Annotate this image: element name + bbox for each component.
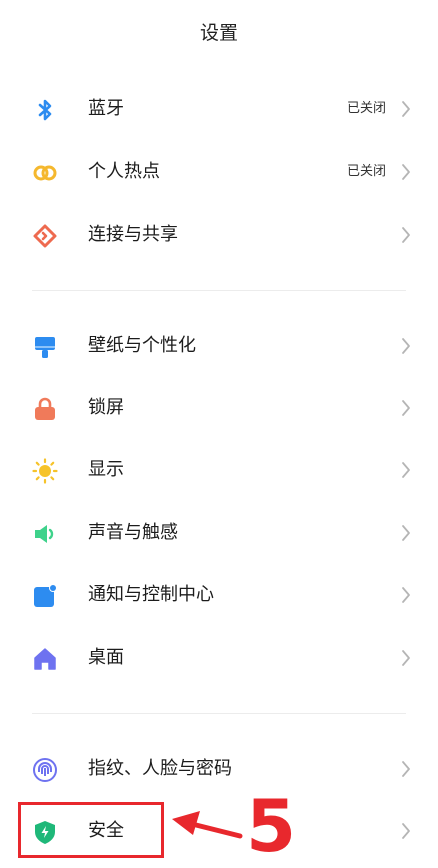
chevron-right-icon <box>400 759 412 779</box>
settings-item-label: 锁屏 <box>88 397 124 418</box>
settings-item-display[interactable]: 显示 <box>0 439 438 501</box>
chevron-right-icon <box>400 162 412 182</box>
chevron-right-icon <box>400 460 412 480</box>
chevron-right-icon <box>400 821 412 841</box>
page-title: 设置 <box>199 22 238 44</box>
chevron-right-icon <box>400 225 412 245</box>
chevron-right-icon <box>400 523 412 543</box>
notification-icon <box>32 583 58 609</box>
annotation-highlight-box <box>18 802 164 858</box>
status-text: 已关闭 <box>346 164 386 179</box>
speaker-icon <box>32 521 58 547</box>
sun-icon <box>32 458 58 484</box>
settings-item-fingerprint-face-password[interactable]: 指纹、人脸与密码 <box>0 738 438 800</box>
annotation-step-number: 5 <box>246 784 297 868</box>
settings-item-label: 声音与触感 <box>88 522 178 543</box>
chevron-right-icon <box>400 99 412 119</box>
settings-item-label: 蓝牙 <box>88 98 124 119</box>
settings-item-label: 显示 <box>88 459 124 480</box>
chevron-right-icon <box>400 648 412 668</box>
settings-item-label: 指纹、人脸与密码 <box>88 758 232 779</box>
chevron-right-icon <box>400 336 412 356</box>
settings-item-wallpaper[interactable]: 壁纸与个性化 <box>0 315 438 377</box>
fingerprint-icon <box>32 757 58 783</box>
connection-share-icon <box>32 223 58 249</box>
divider <box>32 290 406 291</box>
status-text: 已关闭 <box>346 101 386 116</box>
settings-item-label: 个人热点 <box>88 161 160 182</box>
chevron-right-icon <box>400 398 412 418</box>
lock-icon <box>32 396 58 422</box>
settings-item-label: 桌面 <box>88 647 124 668</box>
home-icon <box>32 646 58 672</box>
bluetooth-icon <box>32 97 58 123</box>
settings-item-lock-screen[interactable]: 锁屏 <box>0 377 438 439</box>
settings-item-label: 通知与控制中心 <box>88 584 214 605</box>
settings-item-label: 连接与共享 <box>88 224 178 245</box>
hotspot-icon <box>32 160 58 186</box>
settings-item-notifications[interactable]: 通知与控制中心 <box>0 564 438 626</box>
settings-item-label: 壁纸与个性化 <box>88 335 196 356</box>
settings-item-connection-share[interactable]: 连接与共享 <box>0 204 438 266</box>
wallpaper-icon <box>32 334 58 360</box>
settings-item-sound[interactable]: 声音与触感 <box>0 502 438 564</box>
settings-item-home-screen[interactable]: 桌面 <box>0 627 438 689</box>
settings-item-bluetooth[interactable]: 蓝牙 已关闭 <box>0 78 438 140</box>
chevron-right-icon <box>400 585 412 605</box>
header: 设置 <box>0 0 438 62</box>
settings-item-hotspot[interactable]: 个人热点 已关闭 <box>0 141 438 203</box>
divider <box>32 713 406 714</box>
